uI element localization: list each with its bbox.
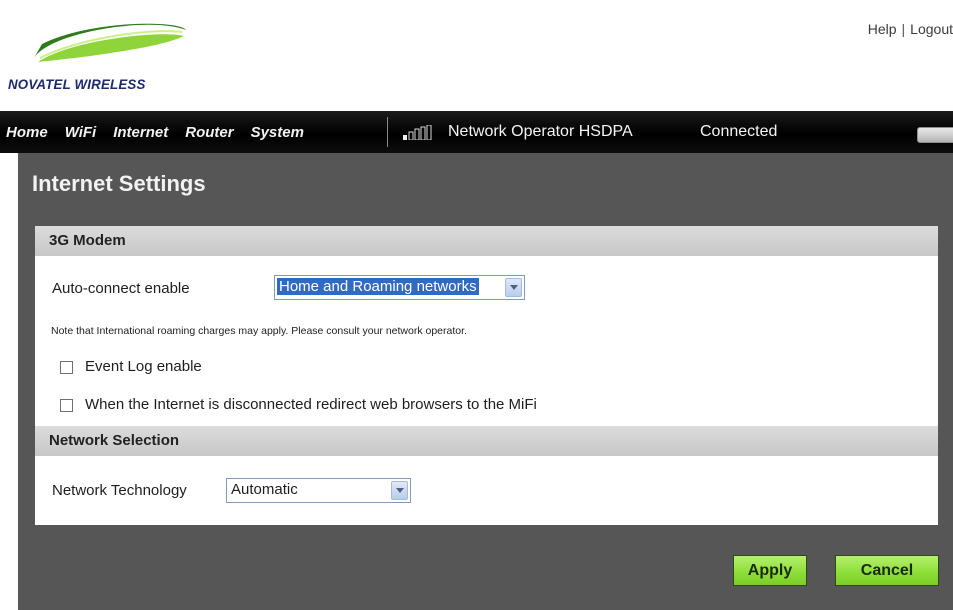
cancel-button[interactable]: Cancel: [835, 555, 939, 586]
logo-swoosh-icon: [34, 23, 186, 62]
auto-connect-value: Home and Roaming networks: [277, 278, 479, 295]
help-link[interactable]: Help: [868, 21, 897, 37]
section-header-3g-modem: 3G Modem: [35, 226, 938, 256]
section-header-network-selection: Network Selection: [35, 426, 938, 456]
logo-text: NOVATEL WIRELESS: [8, 76, 146, 92]
network-technology-value: Automatic: [231, 481, 298, 498]
nav-bar: Home WiFi Internet Router System Network…: [0, 111, 953, 153]
redirect-checkbox[interactable]: [60, 399, 73, 412]
main-content: Internet Settings 3G Modem Auto-connect …: [18, 153, 953, 610]
network-technology-select[interactable]: Automatic: [226, 478, 411, 503]
auto-connect-label: Auto-connect enable: [52, 280, 190, 297]
top-links-separator: |: [901, 21, 906, 37]
nav-item-internet[interactable]: Internet: [113, 124, 168, 141]
novatel-logo: NOVATEL WIRELESS: [8, 18, 198, 98]
apply-button[interactable]: Apply: [733, 555, 807, 586]
auto-connect-select[interactable]: Home and Roaming networks: [274, 275, 525, 300]
chevron-down-icon: [505, 278, 522, 297]
nav-item-system[interactable]: System: [251, 124, 304, 141]
event-log-checkbox[interactable]: [60, 361, 73, 374]
nav-menu: Home WiFi Internet Router System: [6, 111, 321, 153]
page-title: Internet Settings: [32, 171, 206, 196]
nav-item-router[interactable]: Router: [185, 124, 233, 141]
connection-status: Connected: [700, 123, 778, 140]
network-technology-label: Network Technology: [52, 482, 187, 499]
header: NOVATEL WIRELESS Help | Logout: [0, 0, 953, 111]
battery-icon: [917, 127, 953, 143]
roaming-note: Note that International roaming charges …: [51, 325, 467, 337]
nav-divider: [387, 117, 388, 147]
nav-item-wifi[interactable]: WiFi: [65, 124, 97, 141]
nav-item-home[interactable]: Home: [6, 124, 48, 141]
logout-link[interactable]: Logout: [910, 21, 953, 37]
top-links: Help | Logout: [868, 21, 953, 37]
chevron-down-icon: [391, 481, 408, 500]
network-operator-label: Network Operator HSDPA: [448, 123, 633, 140]
settings-panel: 3G Modem Auto-connect enable Home and Ro…: [35, 226, 938, 525]
redirect-label: When the Internet is disconnected redire…: [85, 396, 537, 413]
event-log-label: Event Log enable: [85, 358, 202, 375]
signal-bars-icon: [403, 125, 432, 140]
